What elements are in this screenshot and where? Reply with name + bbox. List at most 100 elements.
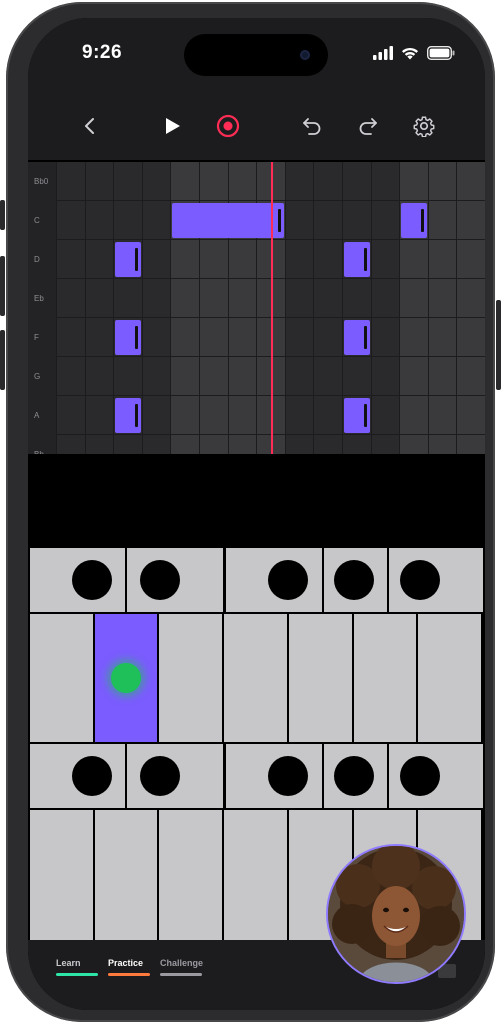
grid-cell[interactable] bbox=[57, 357, 85, 395]
note-block[interactable] bbox=[115, 242, 141, 277]
white-key[interactable] bbox=[159, 614, 223, 742]
settings-button[interactable] bbox=[406, 108, 442, 144]
white-key[interactable] bbox=[418, 614, 481, 742]
undo-button[interactable] bbox=[294, 108, 330, 144]
grid-cell[interactable] bbox=[314, 318, 342, 356]
redo-button[interactable] bbox=[350, 108, 386, 144]
grid-cell[interactable] bbox=[400, 240, 428, 278]
grid-cell[interactable] bbox=[343, 162, 371, 200]
grid-cell[interactable] bbox=[285, 240, 314, 278]
tab-practice[interactable]: Practice bbox=[108, 958, 150, 976]
grid-cell[interactable] bbox=[142, 357, 171, 395]
playhead[interactable] bbox=[270, 162, 273, 454]
white-key[interactable] bbox=[288, 614, 352, 742]
grid-cell[interactable] bbox=[228, 240, 257, 278]
grid-cell[interactable] bbox=[228, 357, 257, 395]
grid-cell[interactable] bbox=[171, 396, 199, 434]
grid-cell[interactable] bbox=[171, 318, 199, 356]
grid-cell[interactable] bbox=[457, 357, 485, 395]
user-avatar[interactable] bbox=[326, 844, 466, 984]
grid-cell[interactable] bbox=[114, 435, 142, 454]
white-key[interactable] bbox=[30, 810, 93, 940]
black-key-dot[interactable] bbox=[268, 756, 308, 796]
white-key[interactable] bbox=[224, 810, 287, 940]
note-block[interactable] bbox=[172, 203, 284, 238]
grid-cell[interactable] bbox=[428, 357, 457, 395]
grid-cell[interactable] bbox=[314, 240, 342, 278]
grid-cell[interactable] bbox=[200, 357, 228, 395]
grid-cell[interactable] bbox=[457, 318, 485, 356]
grid-cell[interactable] bbox=[85, 435, 114, 454]
record-button[interactable] bbox=[210, 108, 246, 144]
volume-down-button[interactable] bbox=[0, 330, 5, 390]
grid-cell[interactable] bbox=[85, 318, 114, 356]
grid-cell[interactable] bbox=[400, 318, 428, 356]
grid-cell[interactable] bbox=[285, 201, 314, 239]
grid-cell[interactable] bbox=[371, 240, 400, 278]
grid-cell[interactable] bbox=[85, 396, 114, 434]
white-key[interactable] bbox=[94, 810, 158, 940]
black-key-dot[interactable] bbox=[400, 756, 440, 796]
note-block[interactable] bbox=[401, 203, 427, 238]
grid-cell[interactable] bbox=[200, 318, 228, 356]
grid-cell[interactable] bbox=[400, 435, 428, 454]
grid-cell[interactable] bbox=[457, 435, 485, 454]
grid-cell[interactable] bbox=[114, 162, 142, 200]
grid-cell[interactable] bbox=[314, 396, 342, 434]
grid-cell[interactable] bbox=[57, 162, 85, 200]
grid-cell[interactable] bbox=[371, 201, 400, 239]
grid-cell[interactable] bbox=[428, 201, 457, 239]
volume-up-button[interactable] bbox=[0, 256, 5, 316]
white-key[interactable] bbox=[224, 614, 287, 742]
grid-cell[interactable] bbox=[85, 279, 114, 317]
grid-cell[interactable] bbox=[285, 318, 314, 356]
power-button[interactable] bbox=[496, 300, 501, 390]
grid-cell[interactable] bbox=[142, 318, 171, 356]
grid-cell[interactable] bbox=[228, 279, 257, 317]
grid-cell[interactable] bbox=[142, 240, 171, 278]
grid-cell[interactable] bbox=[171, 435, 199, 454]
grid-cell[interactable] bbox=[200, 396, 228, 434]
white-key[interactable] bbox=[353, 614, 417, 742]
grid-cell[interactable] bbox=[314, 435, 342, 454]
grid-cell[interactable] bbox=[343, 201, 371, 239]
grid-cell[interactable] bbox=[314, 357, 342, 395]
grid-cell[interactable] bbox=[457, 279, 485, 317]
grid-cell[interactable] bbox=[142, 201, 171, 239]
grid-cell[interactable] bbox=[457, 240, 485, 278]
grid-cell[interactable] bbox=[457, 396, 485, 434]
grid-cell[interactable] bbox=[400, 357, 428, 395]
grid-cell[interactable] bbox=[228, 162, 257, 200]
grid-cell[interactable] bbox=[142, 396, 171, 434]
grid-cell[interactable] bbox=[285, 279, 314, 317]
grid-cell[interactable] bbox=[200, 435, 228, 454]
grid-cell[interactable] bbox=[371, 357, 400, 395]
black-key-dot[interactable] bbox=[140, 560, 180, 600]
grid-cell[interactable] bbox=[57, 279, 85, 317]
grid-cell[interactable] bbox=[371, 279, 400, 317]
grid-cell[interactable] bbox=[285, 435, 314, 454]
grid-cell[interactable] bbox=[428, 279, 457, 317]
grid-cell[interactable] bbox=[142, 279, 171, 317]
grid-cell[interactable] bbox=[171, 240, 199, 278]
grid-cell[interactable] bbox=[428, 435, 457, 454]
tab-challenge[interactable]: Challenge bbox=[160, 958, 203, 976]
grid-cell[interactable] bbox=[457, 162, 485, 200]
grid-cell[interactable] bbox=[85, 240, 114, 278]
black-key-dot[interactable] bbox=[140, 756, 180, 796]
grid-cell[interactable] bbox=[200, 279, 228, 317]
action-button[interactable] bbox=[0, 200, 5, 230]
play-button[interactable] bbox=[154, 108, 190, 144]
grid-cell[interactable] bbox=[400, 162, 428, 200]
white-key[interactable] bbox=[159, 810, 223, 940]
back-button[interactable] bbox=[72, 108, 108, 144]
grid-cell[interactable] bbox=[428, 318, 457, 356]
note-block[interactable] bbox=[344, 242, 370, 277]
grid-cell[interactable] bbox=[114, 201, 142, 239]
grid-cell[interactable] bbox=[428, 396, 457, 434]
grid-cell[interactable] bbox=[285, 162, 314, 200]
black-key-dot[interactable] bbox=[72, 560, 112, 600]
grid-cell[interactable] bbox=[57, 396, 85, 434]
note-block[interactable] bbox=[115, 398, 141, 433]
grid-cell[interactable] bbox=[428, 162, 457, 200]
